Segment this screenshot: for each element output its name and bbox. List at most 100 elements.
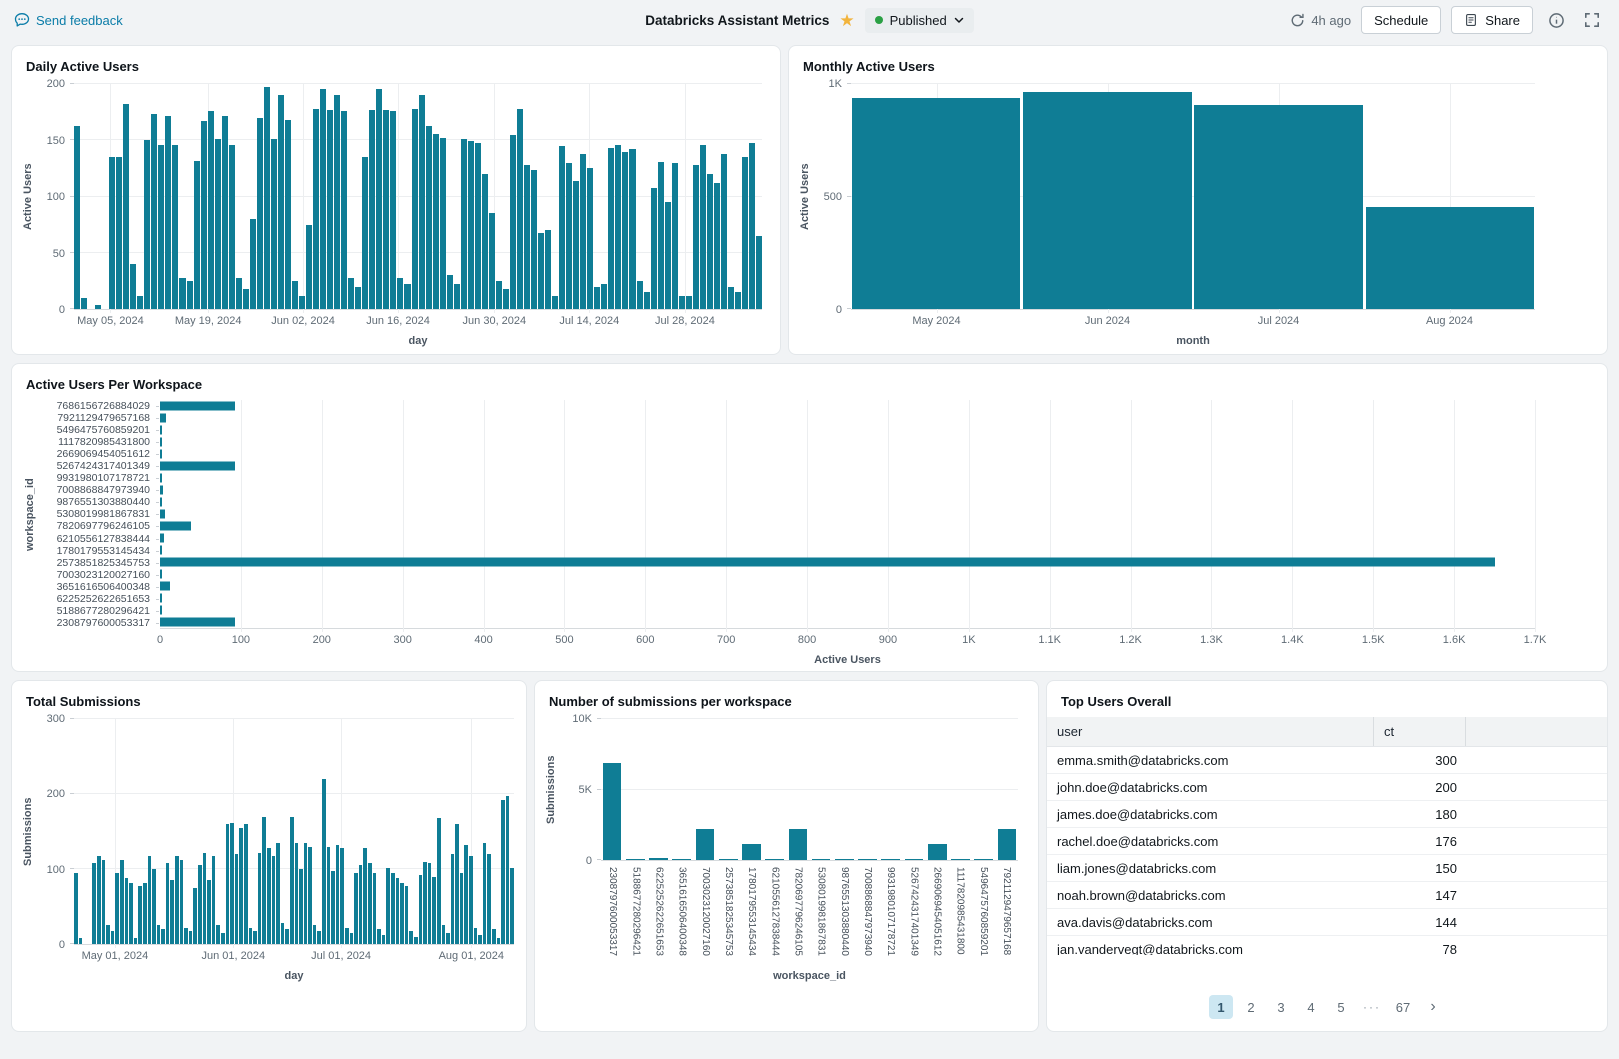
- bar[interactable]: [714, 183, 720, 309]
- bar[interactable]: [538, 233, 544, 310]
- bar[interactable]: [160, 438, 162, 447]
- bar[interactable]: [637, 281, 643, 309]
- bar[interactable]: [109, 157, 115, 309]
- bar[interactable]: [573, 181, 579, 309]
- bar[interactable]: [423, 862, 427, 945]
- bar[interactable]: [264, 87, 270, 309]
- bar[interactable]: [348, 278, 354, 310]
- bar[interactable]: [327, 110, 333, 309]
- bar[interactable]: [679, 296, 685, 310]
- bar[interactable]: [651, 188, 657, 310]
- page-button-4[interactable]: 4: [1299, 995, 1323, 1019]
- bar[interactable]: [313, 925, 317, 944]
- bar[interactable]: [350, 933, 354, 944]
- bar[interactable]: [928, 844, 947, 860]
- bar[interactable]: [629, 149, 635, 309]
- bar[interactable]: [160, 606, 162, 615]
- bar[interactable]: [317, 931, 321, 945]
- bar[interactable]: [151, 114, 157, 309]
- bar[interactable]: [390, 111, 396, 309]
- bar[interactable]: [340, 848, 344, 944]
- bar[interactable]: [160, 558, 1495, 567]
- bar[interactable]: [160, 402, 235, 411]
- bar[interactable]: [665, 202, 671, 309]
- bar[interactable]: [369, 110, 375, 309]
- bar[interactable]: [482, 174, 488, 309]
- bar[interactable]: [686, 296, 692, 310]
- bar[interactable]: [74, 873, 78, 944]
- bar[interactable]: [160, 498, 162, 507]
- bar[interactable]: [428, 863, 432, 944]
- bar[interactable]: [172, 145, 178, 309]
- bar[interactable]: [359, 865, 363, 944]
- bar[interactable]: [475, 143, 481, 310]
- bar[interactable]: [368, 863, 372, 944]
- bar[interactable]: [267, 848, 271, 944]
- bar[interactable]: [649, 858, 668, 860]
- bar[interactable]: [271, 139, 277, 309]
- bar[interactable]: [160, 474, 162, 483]
- bar[interactable]: [249, 928, 253, 945]
- bar[interactable]: [97, 856, 101, 945]
- bar[interactable]: [331, 871, 335, 945]
- bar[interactable]: [566, 163, 572, 309]
- bar[interactable]: [285, 929, 289, 944]
- bar[interactable]: [524, 165, 530, 309]
- bar[interactable]: [510, 868, 514, 945]
- bar[interactable]: [478, 935, 482, 944]
- bar[interactable]: [451, 854, 455, 944]
- bar[interactable]: [603, 763, 622, 860]
- bar[interactable]: [144, 140, 150, 309]
- bar[interactable]: [437, 818, 441, 944]
- bar[interactable]: [193, 888, 197, 944]
- bar[interactable]: [244, 824, 248, 944]
- bar[interactable]: [290, 817, 294, 945]
- bar[interactable]: [276, 843, 280, 944]
- bar[interactable]: [235, 854, 239, 944]
- bar[interactable]: [531, 170, 537, 310]
- bar[interactable]: [158, 145, 164, 309]
- bar[interactable]: [812, 859, 831, 860]
- share-button[interactable]: Share: [1451, 6, 1533, 34]
- page-button-3[interactable]: 3: [1269, 995, 1293, 1019]
- bar[interactable]: [559, 146, 565, 309]
- bar[interactable]: [469, 856, 473, 945]
- bar[interactable]: [111, 931, 115, 945]
- bar[interactable]: [1194, 105, 1363, 309]
- bar[interactable]: [426, 126, 432, 309]
- bar[interactable]: [336, 845, 340, 944]
- bar[interactable]: [728, 287, 734, 310]
- bar[interactable]: [474, 928, 478, 945]
- bar[interactable]: [742, 844, 761, 860]
- bar[interactable]: [170, 880, 174, 944]
- bar[interactable]: [506, 796, 510, 945]
- bar[interactable]: [696, 829, 715, 860]
- bar[interactable]: [175, 856, 179, 945]
- bar[interactable]: [626, 859, 645, 860]
- bar[interactable]: [134, 938, 138, 944]
- bar[interactable]: [501, 800, 505, 944]
- bar[interactable]: [299, 869, 303, 944]
- bar[interactable]: [363, 848, 367, 944]
- bar[interactable]: [201, 121, 207, 309]
- bar[interactable]: [221, 933, 225, 944]
- bar[interactable]: [461, 139, 467, 309]
- bar[interactable]: [81, 298, 87, 309]
- bar[interactable]: [974, 859, 993, 860]
- bar[interactable]: [672, 163, 678, 309]
- bar[interactable]: [130, 264, 136, 309]
- bar[interactable]: [905, 859, 924, 860]
- bar[interactable]: [373, 873, 377, 944]
- bar[interactable]: [292, 281, 298, 309]
- bar[interactable]: [262, 817, 266, 945]
- bar[interactable]: [742, 157, 748, 309]
- bar[interactable]: [341, 111, 347, 309]
- bar[interactable]: [160, 414, 166, 423]
- bar[interactable]: [160, 570, 162, 579]
- bar[interactable]: [345, 928, 349, 945]
- bar[interactable]: [1023, 92, 1192, 309]
- bar[interactable]: [165, 116, 171, 310]
- bar[interactable]: [180, 860, 184, 944]
- bar[interactable]: [400, 883, 404, 945]
- bar[interactable]: [272, 856, 276, 945]
